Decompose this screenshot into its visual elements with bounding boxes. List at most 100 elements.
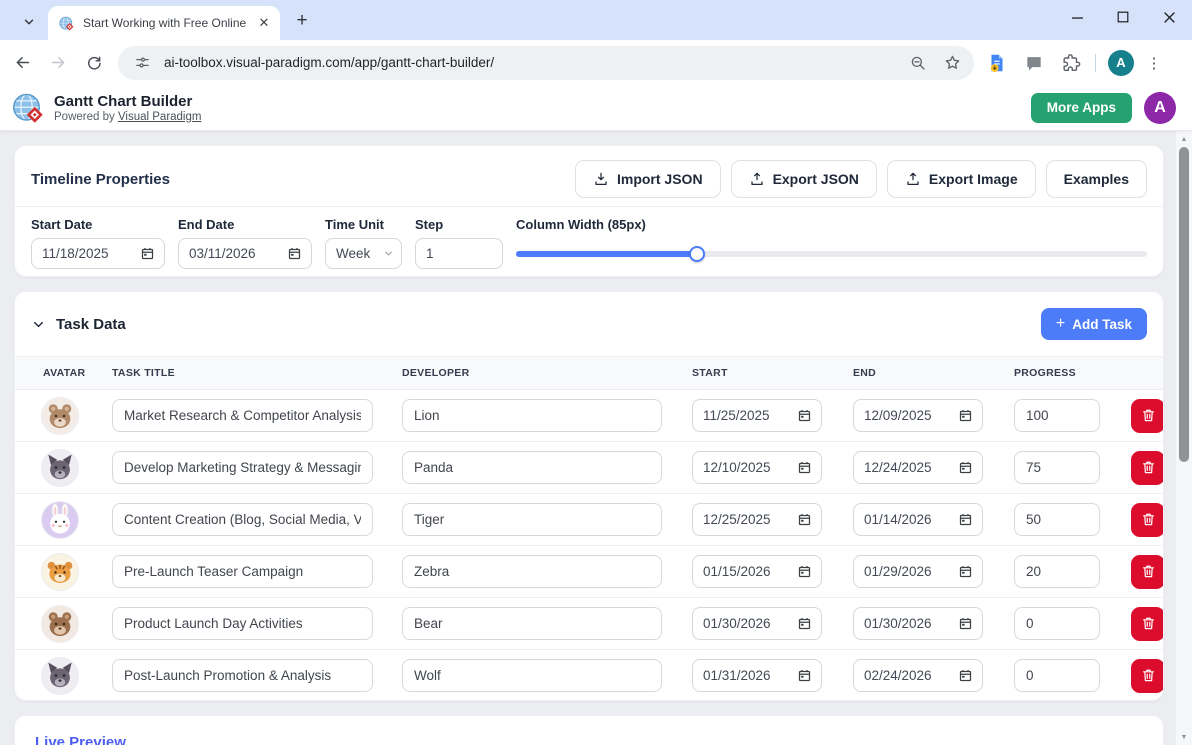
examples-button[interactable]: Examples [1046,160,1147,198]
close-window-button[interactable] [1146,0,1192,34]
delete-task-button[interactable] [1131,555,1164,589]
task-title-input[interactable] [112,659,373,692]
add-task-button[interactable]: + Add Task [1041,308,1147,340]
developer-input[interactable] [402,607,662,640]
page-scrollbar[interactable]: ▲ ▼ [1176,131,1192,745]
delete-task-button[interactable] [1131,451,1164,485]
import-json-label: Import JSON [617,171,703,187]
progress-input[interactable] [1014,607,1100,640]
maximize-button[interactable] [1100,0,1146,34]
minimize-button[interactable] [1054,0,1100,34]
end-date-input[interactable]: 02/24/2026 [853,659,983,692]
trash-icon [1140,563,1157,580]
start-date-input[interactable]: 12/10/2025 [692,451,822,484]
back-button[interactable] [8,49,36,77]
import-json-button[interactable]: Import JSON [575,160,721,198]
start-date-value: 11/18/2025 [42,246,134,261]
task-title-input[interactable] [112,607,373,640]
calendar-icon[interactable] [958,512,973,527]
date-value: 01/30/2026 [703,616,791,631]
delete-task-button[interactable] [1131,607,1164,641]
calendar-icon[interactable] [958,616,973,631]
start-date-input[interactable]: 11/18/2025 [31,238,165,269]
collapse-section-button[interactable] [31,317,46,332]
export-json-button[interactable]: Export JSON [731,160,877,198]
end-date-input[interactable]: 03/11/2026 [178,238,312,269]
extension-doc-icon[interactable] [983,49,1011,77]
step-input[interactable] [415,238,503,269]
developer-input[interactable] [402,555,662,588]
table-row: 01/15/2026 01/29/2026 [15,546,1163,598]
calendar-icon[interactable] [797,668,812,683]
bookmark-star-icon[interactable] [940,51,964,75]
visual-paradigm-link[interactable]: Visual Paradigm [118,111,202,123]
calendar-icon[interactable] [958,564,973,579]
calendar-icon[interactable] [958,408,973,423]
date-value: 01/31/2026 [703,668,791,683]
new-tab-button[interactable]: + [288,7,316,35]
scrollbar-thumb[interactable] [1179,147,1189,462]
developer-input[interactable] [402,399,662,432]
end-date-input[interactable]: 01/30/2026 [853,607,983,640]
start-date-input[interactable]: 01/15/2026 [692,555,822,588]
calendar-icon[interactable] [797,512,812,527]
task-title-input[interactable] [112,555,373,588]
progress-input[interactable] [1014,503,1100,536]
date-value: 01/14/2026 [864,512,952,527]
calendar-icon[interactable] [797,564,812,579]
forward-button[interactable] [44,49,72,77]
progress-input[interactable] [1014,399,1100,432]
browser-tab[interactable]: Start Working with Free Online ✕ [48,6,280,40]
address-bar[interactable]: ai-toolbox.visual-paradigm.com/app/gantt… [118,46,974,80]
date-value: 11/25/2025 [703,408,791,423]
more-apps-button[interactable]: More Apps [1031,93,1132,123]
calendar-icon[interactable] [958,668,973,683]
start-date-input[interactable]: 12/25/2025 [692,503,822,536]
task-title-input[interactable] [112,503,373,536]
sidebar-bubble-icon[interactable] [1020,49,1048,77]
calendar-icon[interactable] [797,616,812,631]
user-avatar[interactable]: A [1144,92,1176,124]
time-unit-select[interactable]: Week [325,238,402,269]
zoom-icon[interactable] [906,51,930,75]
start-date-input[interactable]: 11/25/2025 [692,399,822,432]
reload-button[interactable] [80,49,108,77]
delete-task-button[interactable] [1131,503,1164,537]
tab-close-icon[interactable]: ✕ [256,15,272,31]
delete-task-button[interactable] [1131,659,1164,693]
end-date-input[interactable]: 12/09/2025 [853,399,983,432]
calendar-icon[interactable] [797,408,812,423]
site-settings-icon[interactable] [130,51,154,75]
developer-input[interactable] [402,659,662,692]
progress-input[interactable] [1014,659,1100,692]
column-width-slider[interactable] [516,238,1147,269]
calendar-icon[interactable] [287,246,302,261]
calendar-icon[interactable] [140,246,155,261]
calendar-icon[interactable] [958,460,973,475]
start-date-input[interactable]: 01/30/2026 [692,607,822,640]
scroll-up-arrow[interactable]: ▲ [1176,132,1192,146]
extensions-puzzle-icon[interactable] [1057,49,1085,77]
tab-search-button[interactable] [14,8,44,36]
start-date-input[interactable]: 01/31/2026 [692,659,822,692]
task-title-input[interactable] [112,451,373,484]
export-image-button[interactable]: Export Image [887,160,1036,198]
end-date-input[interactable]: 01/14/2026 [853,503,983,536]
slider-fill [516,251,697,257]
end-date-input[interactable]: 12/24/2025 [853,451,983,484]
developer-input[interactable] [402,503,662,536]
scroll-down-arrow[interactable]: ▼ [1176,730,1192,744]
app-header: Gantt Chart Builder Powered by Visual Pa… [0,85,1192,131]
task-title-input[interactable] [112,399,373,432]
developer-input[interactable] [402,451,662,484]
url-text[interactable]: ai-toolbox.visual-paradigm.com/app/gantt… [164,55,896,70]
end-date-input[interactable]: 01/29/2026 [853,555,983,588]
browser-menu-icon[interactable]: ⋮ [1144,54,1164,72]
slider-thumb[interactable] [689,246,705,262]
progress-input[interactable] [1014,555,1100,588]
browser-profile-avatar[interactable]: A [1108,50,1134,76]
trash-icon [1140,407,1157,424]
progress-input[interactable] [1014,451,1100,484]
delete-task-button[interactable] [1131,399,1164,433]
calendar-icon[interactable] [797,460,812,475]
